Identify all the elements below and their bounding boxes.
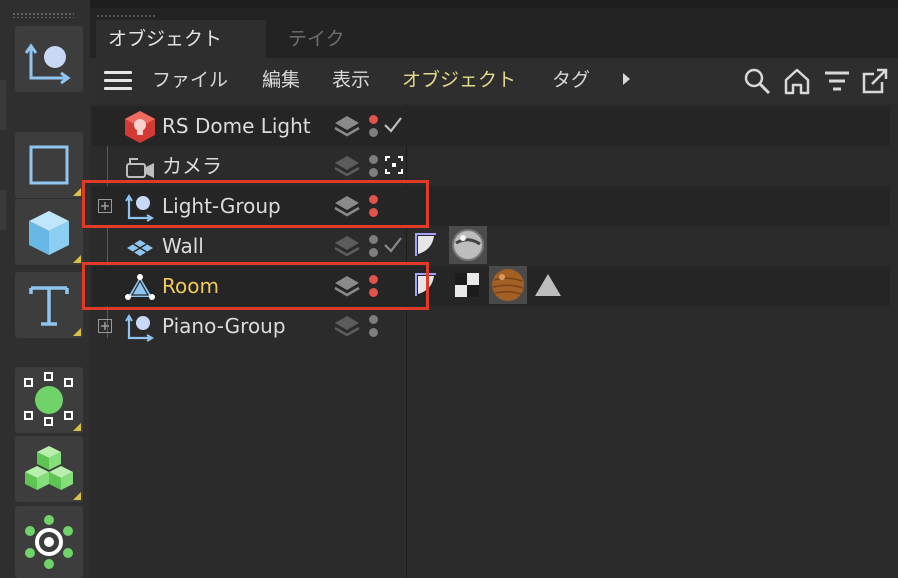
material-wall-icon[interactable] bbox=[449, 226, 487, 264]
more-arrow-icon[interactable] bbox=[623, 73, 630, 85]
selection-tag-icon[interactable] bbox=[533, 272, 563, 298]
object-name[interactable]: RS Dome Light bbox=[162, 112, 311, 140]
highlight-box-room bbox=[82, 262, 429, 310]
render-visibility-dot[interactable] bbox=[369, 328, 378, 337]
tab-takes[interactable]: テイク bbox=[276, 20, 357, 58]
menu-object[interactable]: オブジェクト bbox=[402, 66, 516, 94]
submenu-corner bbox=[73, 328, 81, 336]
submenu-corner bbox=[73, 255, 81, 263]
filter-icon[interactable] bbox=[822, 66, 852, 96]
text-tool-icon[interactable] bbox=[15, 272, 83, 338]
phong-tag-icon[interactable] bbox=[414, 232, 440, 258]
expand-plus-icon[interactable] bbox=[98, 319, 112, 333]
null-object-tool-icon[interactable] bbox=[15, 26, 83, 92]
plane-icon bbox=[127, 240, 153, 256]
target-tag-icon[interactable] bbox=[385, 156, 407, 178]
submenu-corner bbox=[73, 423, 81, 431]
material-wood-icon[interactable] bbox=[489, 266, 527, 304]
uvw-tag-icon[interactable] bbox=[455, 273, 479, 297]
toolbar-grip[interactable] bbox=[12, 12, 74, 18]
menu-edit[interactable]: 編集 bbox=[262, 66, 300, 94]
menu-bar: ファイル 編集 表示 オブジェクト タグ bbox=[90, 58, 898, 104]
object-row[interactable]: RS Dome Light bbox=[92, 106, 890, 146]
layer-icon[interactable] bbox=[334, 235, 360, 259]
home-icon[interactable] bbox=[782, 66, 812, 96]
object-name[interactable]: Wall bbox=[162, 232, 204, 260]
layer-icon[interactable] bbox=[334, 115, 360, 139]
editor-visibility-dot[interactable] bbox=[369, 155, 378, 164]
panel-grip[interactable] bbox=[96, 14, 156, 19]
window-top-border bbox=[90, 0, 898, 8]
layer-icon[interactable] bbox=[334, 315, 360, 339]
editor-visibility-dot[interactable] bbox=[369, 315, 378, 324]
search-icon[interactable] bbox=[742, 66, 772, 96]
highlight-box-light-group bbox=[82, 180, 429, 228]
rs-dome-light-icon bbox=[125, 111, 155, 143]
open-new-window-icon[interactable] bbox=[860, 66, 890, 96]
cube-tool-icon[interactable] bbox=[15, 199, 83, 265]
checkmark-icon[interactable] bbox=[382, 234, 404, 256]
tab-bar: オブジェクト テイク bbox=[90, 8, 898, 58]
menu-view[interactable]: 表示 bbox=[332, 66, 370, 94]
submenu-corner bbox=[73, 492, 81, 500]
camera-icon bbox=[126, 158, 154, 178]
object-name[interactable]: カメラ bbox=[162, 152, 222, 180]
deformer-tool-icon[interactable] bbox=[15, 506, 83, 578]
tab-objects[interactable]: オブジェクト bbox=[96, 20, 266, 58]
checkmark-icon[interactable] bbox=[382, 114, 404, 136]
toolbar-edge bbox=[0, 80, 6, 130]
editor-visibility-dot[interactable] bbox=[369, 235, 378, 244]
layer-icon[interactable] bbox=[334, 155, 360, 179]
render-visibility-dot[interactable] bbox=[369, 128, 378, 137]
editor-visibility-dot[interactable] bbox=[369, 115, 378, 124]
cloner-tool-icon[interactable] bbox=[15, 436, 83, 502]
hamburger-menu-icon[interactable] bbox=[104, 71, 132, 91]
render-visibility-dot[interactable] bbox=[369, 168, 378, 177]
null-group-icon bbox=[125, 314, 154, 342]
menu-tag[interactable]: タグ bbox=[552, 66, 590, 94]
left-toolbar bbox=[0, 0, 91, 578]
render-visibility-dot[interactable] bbox=[369, 248, 378, 257]
toolbar-edge bbox=[0, 190, 6, 230]
subdivision-tool-icon[interactable] bbox=[15, 367, 83, 433]
object-row[interactable]: Piano-Group bbox=[92, 306, 890, 346]
menu-file[interactable]: ファイル bbox=[152, 66, 228, 94]
object-row[interactable]: Wall bbox=[92, 226, 890, 266]
object-name[interactable]: Piano-Group bbox=[162, 312, 286, 340]
submenu-corner bbox=[73, 188, 81, 196]
spline-rectangle-tool-icon[interactable] bbox=[15, 132, 83, 198]
